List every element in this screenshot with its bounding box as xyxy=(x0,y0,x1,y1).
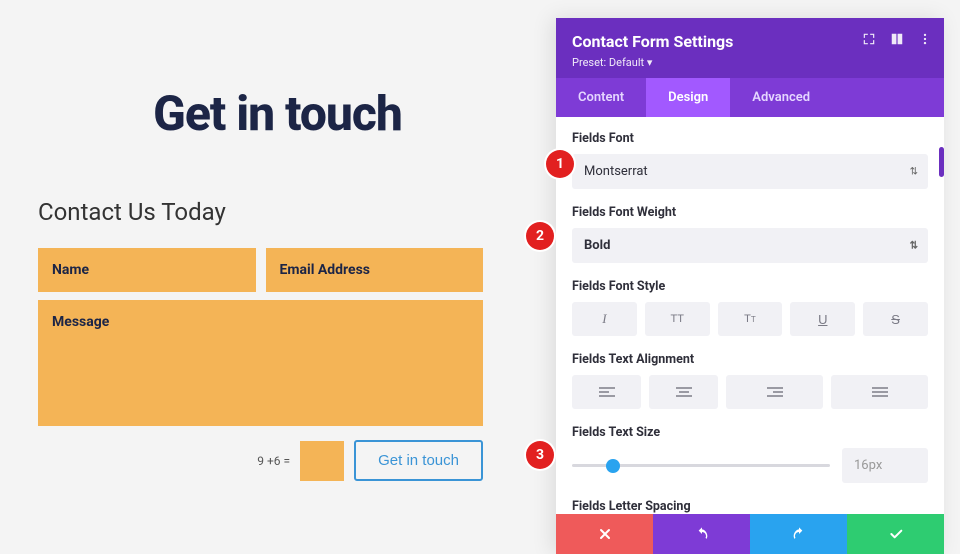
text-size-slider-row: 16px xyxy=(572,448,928,483)
captcha-question: 9 +6 = xyxy=(257,454,290,468)
text-size-value[interactable]: 16px xyxy=(842,448,928,483)
label-fields-font-style: Fields Font Style xyxy=(572,279,928,294)
panel-preset-label: Preset: Default xyxy=(572,56,644,69)
contact-form: Contact Us Today Name Email Address Mess… xyxy=(38,198,483,481)
annotation-badge-1: 1 xyxy=(546,150,574,178)
select-fields-font-value: Montserrat xyxy=(584,164,648,179)
align-justify-button[interactable] xyxy=(831,375,928,409)
label-fields-text-size: Fields Text Size xyxy=(572,425,928,440)
align-right-icon xyxy=(767,387,783,397)
undo-icon xyxy=(694,526,710,542)
font-style-buttons: I TT TT U S xyxy=(572,302,928,336)
group-fields-font-style: Fields Font Style I TT TT U S xyxy=(556,269,944,342)
tab-design[interactable]: Design xyxy=(646,78,730,117)
settings-panel: Contact Form Settings Preset: Default ▾ … xyxy=(556,18,944,554)
annotation-badge-2: 2 xyxy=(526,222,554,250)
align-left-button[interactable] xyxy=(572,375,641,409)
tab-content[interactable]: Content xyxy=(556,78,646,117)
alignment-buttons xyxy=(572,375,928,409)
panel-footer xyxy=(556,514,944,554)
smallcaps-button[interactable]: TT xyxy=(718,302,783,336)
form-heading: Contact Us Today xyxy=(38,198,483,226)
label-fields-font: Fields Font xyxy=(572,131,928,146)
group-fields-text-alignment: Fields Text Alignment xyxy=(556,342,944,415)
group-fields-text-size: Fields Text Size 16px xyxy=(556,415,944,489)
group-fields-font-weight: Fields Font Weight Bold ⇅ xyxy=(556,195,944,269)
undo-button[interactable] xyxy=(653,514,750,554)
group-fields-letter-spacing: Fields Letter Spacing 0px xyxy=(556,489,944,514)
cancel-button[interactable] xyxy=(556,514,653,554)
redo-button[interactable] xyxy=(750,514,847,554)
save-button[interactable] xyxy=(847,514,944,554)
panel-preset[interactable]: Preset: Default ▾ xyxy=(572,56,652,69)
tab-advanced[interactable]: Advanced xyxy=(730,78,832,117)
scrollbar-indicator[interactable] xyxy=(939,147,944,177)
submit-button[interactable]: Get in touch xyxy=(354,440,483,481)
align-justify-icon xyxy=(872,387,888,397)
redo-icon xyxy=(791,526,807,542)
page-title: Get in touch xyxy=(0,85,555,142)
captcha-row: 9 +6 = Get in touch xyxy=(38,440,483,481)
updown-icon: ⇅ xyxy=(910,240,918,251)
slider-thumb[interactable] xyxy=(606,459,620,473)
select-fields-font[interactable]: Montserrat ⇅ xyxy=(572,154,928,189)
underline-button[interactable]: U xyxy=(790,302,855,336)
align-center-button[interactable] xyxy=(649,375,718,409)
panel-header-actions xyxy=(862,32,932,46)
message-field[interactable]: Message xyxy=(38,300,483,426)
italic-button[interactable]: I xyxy=(572,302,637,336)
name-field[interactable]: Name xyxy=(38,248,256,292)
email-field[interactable]: Email Address xyxy=(266,248,484,292)
columns-icon[interactable] xyxy=(890,32,904,46)
group-fields-font: Fields Font Montserrat ⇅ xyxy=(556,121,944,195)
panel-header: Contact Form Settings Preset: Default ▾ xyxy=(556,18,944,78)
align-right-button[interactable] xyxy=(726,375,823,409)
annotation-badge-3: 3 xyxy=(526,441,554,469)
label-fields-letter-spacing: Fields Letter Spacing xyxy=(572,499,928,514)
align-center-icon xyxy=(676,387,692,397)
captcha-input[interactable] xyxy=(300,441,344,481)
select-fields-font-weight[interactable]: Bold ⇅ xyxy=(572,228,928,263)
panel-body[interactable]: Fields Font Montserrat ⇅ Fields Font Wei… xyxy=(556,117,944,514)
uppercase-button[interactable]: TT xyxy=(645,302,710,336)
text-size-slider[interactable] xyxy=(572,464,830,467)
more-icon[interactable] xyxy=(918,32,932,46)
align-left-icon xyxy=(599,387,615,397)
expand-icon[interactable] xyxy=(862,32,876,46)
label-fields-text-alignment: Fields Text Alignment xyxy=(572,352,928,367)
check-icon xyxy=(888,526,904,542)
label-fields-font-weight: Fields Font Weight xyxy=(572,205,928,220)
panel-tabs: Content Design Advanced xyxy=(556,78,944,117)
strikethrough-button[interactable]: S xyxy=(863,302,928,336)
select-fields-font-weight-value: Bold xyxy=(584,238,610,253)
chevron-down-icon: ▾ xyxy=(647,56,653,69)
form-row: Name Email Address xyxy=(38,248,483,292)
close-icon xyxy=(597,526,613,542)
updown-icon: ⇅ xyxy=(910,166,918,177)
